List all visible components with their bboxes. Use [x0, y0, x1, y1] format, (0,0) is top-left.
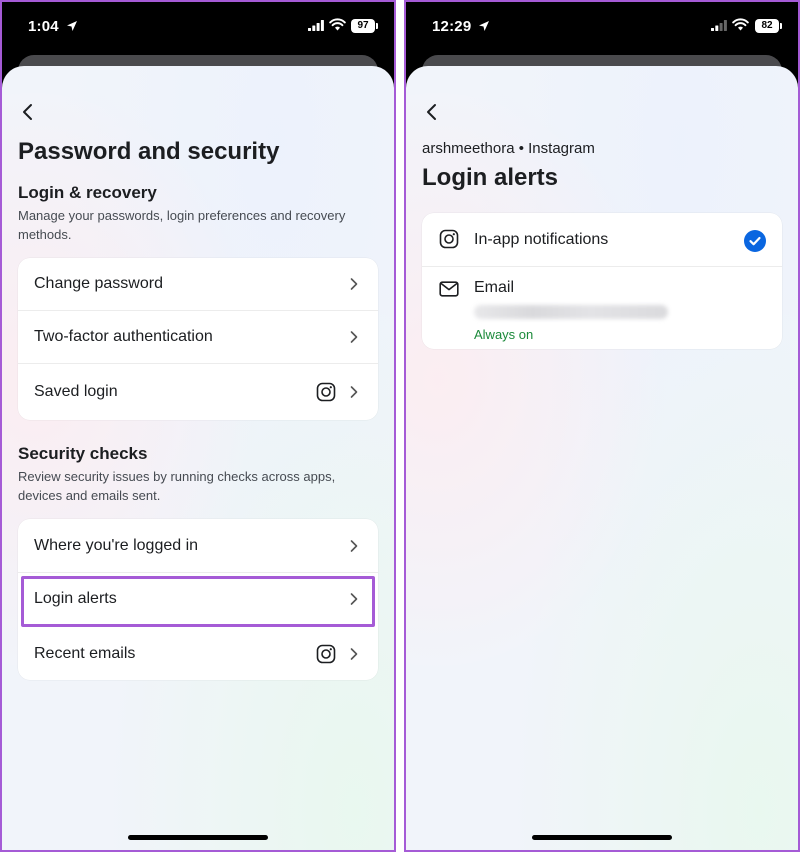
option-label: Email — [474, 279, 515, 296]
cellular-signal-icon — [308, 20, 324, 31]
chevron-right-icon — [350, 539, 358, 552]
login-alerts-sheet: arshmeethora • Instagram Login alerts In… — [406, 66, 798, 850]
login-recovery-card: Change password Two-factor authenticatio… — [18, 258, 378, 420]
item-label: Where you're logged in — [34, 536, 199, 554]
checked-checkmark-icon[interactable] — [744, 230, 766, 252]
item-label: Two-factor authentication — [34, 328, 213, 345]
two-factor-authentication-item[interactable]: Two-factor authentication — [18, 311, 378, 363]
status-bar: 1:04 97 — [2, 2, 394, 54]
change-password-item[interactable]: Change password — [18, 258, 378, 310]
wifi-icon — [732, 18, 749, 31]
back-arrow-icon[interactable] — [420, 100, 444, 124]
account-label: arshmeethora • Instagram — [422, 140, 595, 157]
home-indicator — [532, 835, 672, 840]
email-option[interactable]: Email Always on — [422, 267, 782, 349]
chevron-right-icon — [350, 331, 358, 343]
page-title: Password and security — [18, 138, 280, 165]
instagram-icon — [316, 644, 336, 663]
back-arrow-icon[interactable] — [16, 100, 40, 124]
instagram-icon — [439, 229, 459, 249]
recent-emails-item[interactable]: Recent emails — [18, 627, 378, 680]
chevron-right-icon — [350, 386, 358, 398]
location-arrow-icon — [67, 21, 77, 31]
location-arrow-icon — [479, 21, 489, 31]
chevron-right-icon — [350, 593, 358, 605]
option-label: In-app notifications — [474, 230, 609, 248]
wifi-icon — [329, 18, 346, 31]
mail-icon — [439, 281, 459, 297]
status-time: 1:04 — [28, 18, 59, 35]
section-heading-security-checks: Security checks — [18, 444, 148, 463]
section-description-security-checks: Review security issues by running checks… — [18, 469, 336, 503]
page-title: Login alerts — [422, 164, 559, 191]
section-description-login-recovery: Manage your passwords, login preferences… — [18, 208, 346, 242]
chevron-right-icon — [350, 278, 358, 290]
login-alerts-item[interactable]: Login alerts — [18, 573, 378, 627]
phone-screen-password-security: 1:04 97 Password and security Login & re… — [0, 0, 396, 852]
battery-icon: 82 — [755, 19, 782, 33]
blurred-email-address — [474, 305, 668, 319]
cellular-signal-icon — [711, 20, 727, 31]
phone-screen-login-alerts: 12:29 82 arshmeethora • Instagram Login … — [404, 0, 800, 852]
status-bar: 12:29 82 — [406, 2, 798, 54]
settings-sheet: Password and security Login & recovery M… — [2, 66, 394, 850]
home-indicator — [128, 835, 268, 840]
always-on-status: Always on — [474, 327, 534, 342]
battery-icon: 97 — [351, 19, 378, 33]
where-logged-in-item[interactable]: Where you're logged in — [18, 519, 378, 572]
item-label: Change password — [34, 275, 163, 292]
security-checks-card: Where you're logged in Login alerts Rece… — [18, 519, 378, 680]
item-label: Recent emails — [34, 644, 136, 662]
instagram-icon — [316, 382, 336, 402]
alert-options-card: In-app notifications Email Always on — [422, 213, 782, 349]
section-heading-login-recovery: Login & recovery — [18, 183, 157, 202]
status-time: 12:29 — [432, 18, 472, 35]
saved-login-item[interactable]: Saved login — [18, 364, 378, 420]
item-label: Login alerts — [34, 590, 117, 607]
in-app-notifications-option[interactable]: In-app notifications — [422, 213, 782, 266]
chevron-right-icon — [350, 647, 358, 660]
item-label: Saved login — [34, 383, 118, 400]
